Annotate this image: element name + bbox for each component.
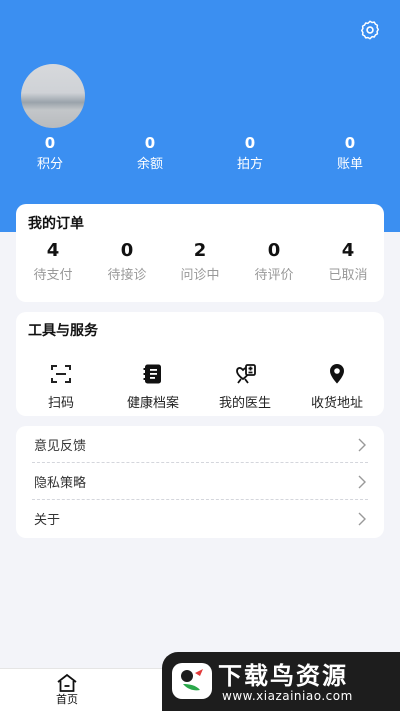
watermark-title: 下载鸟资源: [218, 662, 348, 690]
chevron-right-icon: [358, 512, 366, 526]
tool-label: 扫码: [47, 396, 74, 411]
stat-balance-value: 0: [144, 134, 156, 152]
stat-prescriptions-label: 拍方: [236, 157, 263, 172]
tab-home[interactable]: 首页: [43, 673, 91, 707]
tool-label: 收货地址: [310, 396, 363, 411]
watermark-url: www.xiazainiao.com: [222, 689, 353, 703]
location-pin-icon: [330, 364, 344, 384]
doctor-icon: [236, 364, 256, 384]
order-pending-review[interactable]: 0 待评价: [239, 240, 309, 284]
stat-points[interactable]: 0 积分: [10, 134, 90, 174]
order-in-consult[interactable]: 2 问诊中: [165, 240, 235, 284]
tools-title: 工具与服务: [28, 323, 98, 339]
stat-points-value: 0: [44, 134, 56, 152]
order-cancelled[interactable]: 4 已取消: [313, 240, 383, 284]
order-label: 待接诊: [107, 268, 147, 283]
watermark-banner: 下载鸟资源 www.xiazainiao.com: [162, 652, 400, 711]
order-count: 0: [120, 240, 134, 261]
tool-scan[interactable]: 扫码: [16, 362, 106, 412]
stat-points-label: 积分: [36, 157, 63, 172]
tool-health-record[interactable]: 健康档案: [108, 362, 198, 412]
order-label: 已取消: [328, 268, 368, 283]
order-label: 待支付: [33, 268, 73, 283]
order-count: 0: [267, 240, 281, 261]
order-count: 4: [46, 240, 60, 261]
stat-balance[interactable]: 0 余额: [110, 134, 190, 174]
order-pending-payment[interactable]: 4 待支付: [18, 240, 88, 284]
health-record-icon: [143, 364, 161, 384]
home-icon: [57, 673, 77, 692]
profile-stats: 0 积分 0 余额 0 拍方 0 账单: [0, 134, 400, 174]
tool-shipping-address[interactable]: 收货地址: [292, 362, 382, 412]
order-label: 问诊中: [180, 268, 220, 283]
my-orders-card: 我的订单 4 待支付 0 待接诊 2 问诊中 0 待评价 4 已取消: [16, 204, 384, 302]
link-label: 关于: [34, 513, 61, 528]
chevron-right-icon: [358, 475, 366, 489]
stat-bills-value: 0: [344, 134, 356, 152]
tool-my-doctor[interactable]: 我的医生: [200, 362, 290, 412]
chevron-right-icon: [358, 438, 366, 452]
link-label: 隐私策略: [34, 476, 87, 491]
profile-header: 0 积分 0 余额 0 拍方 0 账单: [0, 0, 400, 232]
tab-home-label: 首页: [56, 693, 78, 706]
link-feedback[interactable]: 意见反馈: [32, 426, 368, 463]
tools-services-card: 工具与服务 扫码 健康档案 我的医生 收货地址: [16, 312, 384, 416]
order-count: 2: [193, 240, 207, 261]
link-privacy-policy[interactable]: 隐私策略: [32, 463, 368, 500]
stat-balance-label: 余额: [136, 157, 163, 172]
orders-title: 我的订单: [28, 216, 84, 232]
link-about[interactable]: 关于: [32, 500, 368, 537]
stat-prescriptions[interactable]: 0 拍方: [210, 134, 290, 174]
link-label: 意见反馈: [34, 439, 87, 454]
tool-label: 健康档案: [126, 396, 179, 411]
settings-links-card: 意见反馈 隐私策略 关于: [16, 426, 384, 538]
stat-prescriptions-value: 0: [244, 134, 256, 152]
stat-bills-label: 账单: [336, 157, 363, 172]
gear-icon[interactable]: [359, 19, 381, 41]
scan-icon: [51, 365, 71, 383]
order-pending-consult[interactable]: 0 待接诊: [92, 240, 162, 284]
avatar[interactable]: [21, 64, 85, 128]
order-label: 待评价: [254, 268, 294, 283]
order-count: 4: [341, 240, 355, 261]
stat-bills[interactable]: 0 账单: [310, 134, 390, 174]
tool-label: 我的医生: [218, 396, 271, 411]
bird-logo-icon: [172, 663, 212, 699]
